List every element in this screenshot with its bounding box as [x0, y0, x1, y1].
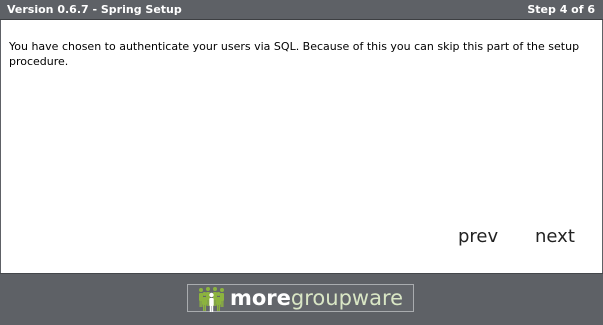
people-group-icon: [199, 287, 224, 312]
version-title: Version 0.6.7 - Spring Setup: [7, 3, 182, 16]
setup-window: Version 0.6.7 - Spring Setup Step 4 of 6…: [0, 0, 603, 325]
logo-word-more: more: [230, 286, 291, 310]
setup-message: You have chosen to authenticate your use…: [9, 40, 580, 68]
logo: moregroupware: [187, 284, 414, 312]
logo-word-groupware: groupware: [290, 286, 404, 310]
logo-wordmark: moregroupware: [230, 286, 403, 310]
step-indicator: Step 4 of 6: [527, 3, 595, 16]
next-button[interactable]: next: [535, 226, 575, 247]
prev-button[interactable]: prev: [458, 226, 498, 247]
left-border: [0, 20, 1, 273]
footer-bar: moregroupware: [0, 273, 603, 325]
title-bar: Version 0.6.7 - Spring Setup Step 4 of 6: [0, 0, 603, 20]
